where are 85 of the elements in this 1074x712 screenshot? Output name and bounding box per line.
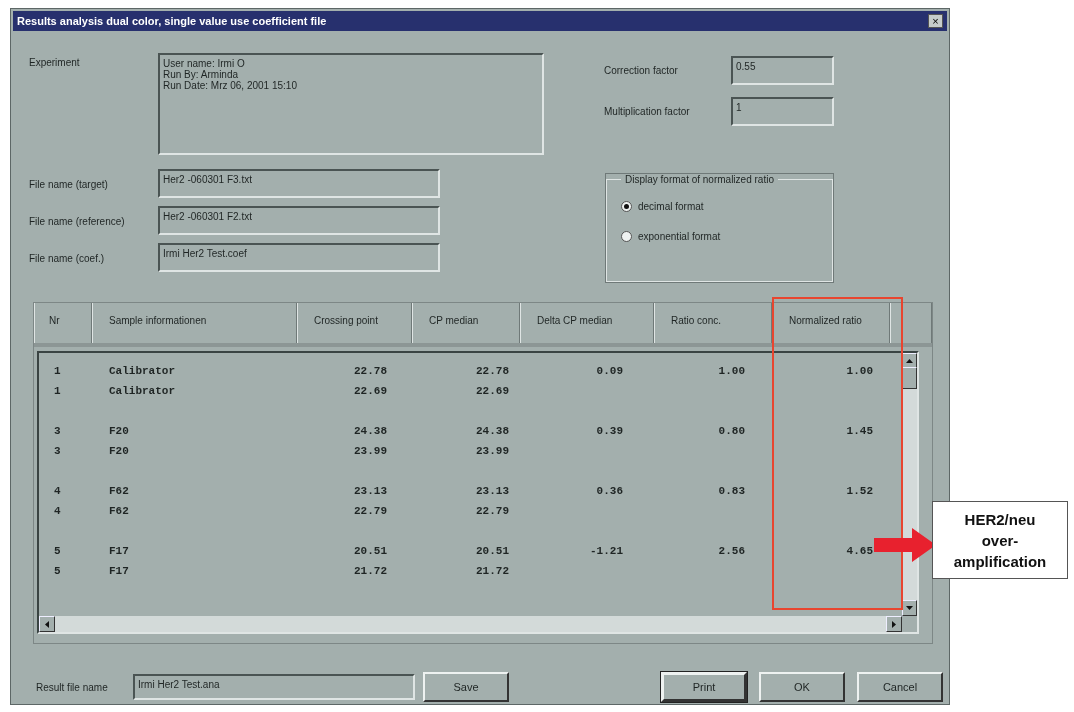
experiment-label: Experiment bbox=[29, 56, 81, 68]
nr-cell-text: 5 bbox=[53, 565, 62, 577]
window-title: Results analysis dual color, single value use coefficient file bbox=[17, 15, 327, 27]
value-cell-text: 4.65 bbox=[845, 545, 874, 557]
nr-cell-text: 5 bbox=[53, 545, 62, 557]
value-cell-text: 22.79 bbox=[353, 505, 388, 517]
value-cell-text: 1.52 bbox=[845, 485, 874, 497]
field-label: File name (target) bbox=[29, 178, 109, 190]
text-field[interactable]: Irmi Her2 Test.ana bbox=[133, 674, 415, 700]
radio-option[interactable]: exponential format bbox=[621, 221, 818, 251]
value-cell-text: 0.80 bbox=[717, 425, 746, 437]
column-header[interactable]: Ratio conc. bbox=[654, 303, 772, 343]
dialog-button[interactable]: Save bbox=[423, 672, 509, 702]
close-button[interactable]: × bbox=[928, 14, 943, 28]
value-cell-text: 0.36 bbox=[595, 485, 624, 497]
right-arrow-icon[interactable] bbox=[892, 620, 896, 628]
horizontal-scrollbar[interactable] bbox=[39, 616, 902, 632]
value-cell-text: 24.38 bbox=[353, 425, 388, 437]
value-cell-text: -1.21 bbox=[589, 545, 624, 557]
text-field[interactable]: 1 bbox=[731, 97, 834, 126]
experiment-field[interactable]: User name: Irmi O Run By: Arminda Run Date: Mrz 06, 2001 15:10 bbox=[158, 53, 544, 155]
nr-cell-text: 1 bbox=[53, 365, 62, 377]
value-cell-text: 23.13 bbox=[353, 485, 388, 497]
column-header[interactable]: Normalized ratio bbox=[772, 303, 890, 343]
annotation-text: HER2/neu bbox=[964, 509, 1036, 530]
value-cell-text: 1.00 bbox=[717, 365, 746, 377]
sample-cell-text: F62 bbox=[108, 505, 130, 517]
sample-cell-text: F62 bbox=[108, 485, 130, 497]
value-cell-text: 0.83 bbox=[717, 485, 746, 497]
sample-cell-text: Calibrator bbox=[108, 365, 176, 377]
value-cell-text: 0.39 bbox=[595, 425, 624, 437]
nr-cell-text: 1 bbox=[53, 385, 62, 397]
value-cell-text: 20.51 bbox=[353, 545, 388, 557]
left-arrow-icon[interactable] bbox=[45, 620, 49, 628]
nr-cell-text: 3 bbox=[53, 425, 62, 437]
column-header[interactable]: Sample informationen bbox=[92, 303, 297, 343]
nr-cell-text: 3 bbox=[53, 445, 62, 457]
value-cell-text: 20.51 bbox=[475, 545, 510, 557]
value-cell-text: 22.78 bbox=[475, 365, 510, 377]
sample-cell-text: F20 bbox=[108, 445, 130, 457]
sample-cell-text: Calibrator bbox=[108, 385, 176, 397]
value-cell-text: 0.09 bbox=[595, 365, 624, 377]
field-label: Correction factor bbox=[604, 65, 679, 76]
column-header[interactable]: Crossing point bbox=[297, 303, 412, 343]
value-cell-text: 21.72 bbox=[475, 565, 510, 577]
radio-icon[interactable] bbox=[621, 230, 632, 242]
value-cell-text: 2.56 bbox=[717, 545, 746, 557]
dialog-button[interactable]: Cancel bbox=[857, 672, 943, 702]
column-header[interactable]: CP median bbox=[412, 303, 520, 343]
value-cell-text: 1.00 bbox=[845, 365, 874, 377]
header-filler bbox=[890, 303, 932, 343]
field-label: Result file name bbox=[36, 681, 109, 693]
field-label: File name (coef.) bbox=[29, 252, 106, 264]
sample-cell-text: F17 bbox=[108, 565, 130, 577]
value-cell-text: 23.13 bbox=[475, 485, 510, 497]
sample-cell-text: F20 bbox=[108, 425, 130, 437]
value-cell-text: 1.45 bbox=[845, 425, 874, 437]
column-header[interactable]: Delta CP median bbox=[520, 303, 654, 343]
dialog-button[interactable]: OK bbox=[759, 672, 845, 702]
group-title: Display format of normalized ratio bbox=[624, 174, 775, 185]
value-cell-text: 24.38 bbox=[475, 425, 510, 437]
annotation-text: amplification bbox=[953, 551, 1047, 572]
value-cell-text: 22.78 bbox=[353, 365, 388, 377]
dialog-button[interactable]: Print bbox=[661, 672, 747, 702]
text-field[interactable]: Her2 -060301 F2.txt bbox=[158, 206, 440, 235]
radio-icon[interactable] bbox=[621, 200, 632, 212]
nr-cell-text: 4 bbox=[53, 485, 62, 497]
text-field[interactable]: Irmi Her2 Test.coef bbox=[158, 243, 440, 272]
value-cell-text: 22.69 bbox=[353, 385, 388, 397]
text-field[interactable]: Her2 -060301 F3.txt bbox=[158, 169, 440, 198]
text-field[interactable]: 0.55 bbox=[731, 56, 834, 85]
down-arrow-icon[interactable] bbox=[906, 606, 913, 610]
column-header[interactable]: Nr bbox=[34, 303, 92, 343]
sample-cell-text: F17 bbox=[108, 545, 130, 557]
value-cell-text: 23.99 bbox=[353, 445, 388, 457]
field-label: File name (reference) bbox=[29, 215, 126, 227]
up-arrow-icon[interactable] bbox=[906, 359, 913, 363]
field-label: Multiplication factor bbox=[604, 106, 691, 117]
value-cell-text: 21.72 bbox=[353, 565, 388, 577]
annotation-text: over- bbox=[981, 530, 1019, 551]
value-cell-text: 23.99 bbox=[475, 445, 510, 457]
radio-option[interactable]: decimal format bbox=[621, 191, 818, 221]
nr-cell-text: 4 bbox=[53, 505, 62, 517]
value-cell-text: 22.69 bbox=[475, 385, 510, 397]
value-cell-text: 22.79 bbox=[475, 505, 510, 517]
